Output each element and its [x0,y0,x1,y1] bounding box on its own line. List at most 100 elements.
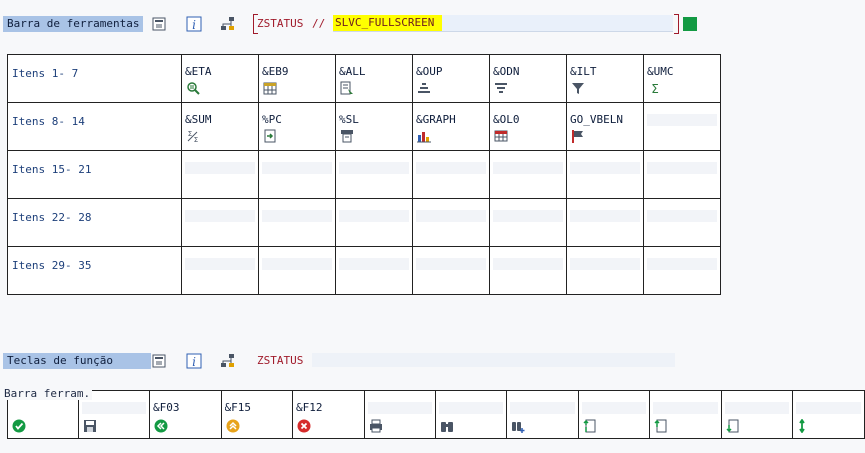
toolbar-cell[interactable] [412,150,490,199]
function-code[interactable]: &ETA [185,66,255,78]
print-icon[interactable] [369,419,383,433]
toolbar-cell[interactable] [412,198,490,247]
function-code-field[interactable] [81,402,147,414]
function-key-cell[interactable] [649,390,722,439]
function-code-field[interactable] [493,162,563,174]
toolbar-cell[interactable]: &ODN [489,54,567,103]
toolbar-cell[interactable] [643,246,721,295]
function-code[interactable]: &SUM [185,114,255,126]
function-code-field[interactable] [570,210,640,222]
toolbar-cell[interactable] [181,198,259,247]
next-page-icon[interactable] [726,419,740,433]
back-icon[interactable] [154,419,168,433]
filter-icon[interactable] [571,81,585,95]
function-code-field[interactable] [493,210,563,222]
function-code[interactable]: &OL0 [493,114,563,126]
function-code[interactable]: &EB9 [262,66,332,78]
toolbar-cell[interactable] [566,246,644,295]
function-code[interactable]: %PC [262,114,332,126]
toolbar-cell[interactable] [566,150,644,199]
toolbar-cell[interactable] [412,246,490,295]
function-code-field[interactable] [438,402,504,414]
toolbar-cell[interactable]: &UMC Σ [643,54,721,103]
program-field[interactable] [312,353,675,367]
select-all-icon[interactable] [340,81,354,95]
cancel-icon[interactable] [297,419,311,433]
toolbar-cell[interactable] [643,102,721,151]
exit-icon[interactable] [226,419,240,433]
toolbar-cell[interactable] [489,198,567,247]
function-code-field[interactable] [416,162,486,174]
function-key-cell[interactable]: &F03 [149,390,222,439]
status-field[interactable]: SLVC_FULLSCREEN [333,15,673,32]
function-code-field[interactable] [185,258,255,270]
sort-ascending-icon[interactable] [417,81,431,95]
function-code[interactable]: &F15 [224,402,290,414]
toolbar-cell[interactable]: &OUP [412,54,490,103]
toolbar-cell[interactable]: &OL0 [489,102,567,151]
function-code-field[interactable] [367,402,432,414]
function-code-field[interactable] [724,402,790,414]
toolbar-cell[interactable]: %SL [335,102,413,151]
toolbar-cell[interactable] [335,150,413,199]
layout-icon[interactable] [494,129,508,143]
function-code[interactable]: &F12 [296,402,361,414]
export-file-icon[interactable] [263,129,277,143]
toolbar-cell[interactable]: &GRAPH [412,102,490,151]
flag-icon[interactable] [571,129,585,143]
info-icon[interactable]: i [186,353,202,369]
function-code[interactable]: &OUP [416,66,486,78]
function-code-field[interactable] [339,210,409,222]
function-code-field[interactable] [647,210,717,222]
toolbar-cell[interactable]: &ALL [335,54,413,103]
function-code-field[interactable] [796,402,861,414]
first-page-icon[interactable] [583,419,597,433]
previous-page-icon[interactable] [654,419,668,433]
toolbar-cell[interactable]: &SUM Σ Σ [181,102,259,151]
toolbar-cell[interactable]: GO_VBELN [566,102,644,151]
function-key-cell[interactable] [577,390,651,439]
toolbar-cell[interactable] [258,198,336,247]
toolbar-cell[interactable]: %PC [258,102,336,151]
subtotal-icon[interactable]: ΣΣ [186,129,200,143]
function-code-field[interactable] [185,210,255,222]
sort-descending-icon[interactable] [494,81,508,95]
function-key-cell[interactable] [434,390,508,439]
toolbar-cell[interactable]: &ETA [181,54,259,103]
function-code-field[interactable] [570,258,640,270]
function-key-cell[interactable] [720,390,794,439]
function-code[interactable]: GO_VBELN [570,114,640,126]
function-code-field[interactable] [262,210,332,222]
toolbar-cell[interactable] [489,150,567,199]
hierarchy-icon[interactable] [220,353,236,369]
function-code-field[interactable] [581,402,647,414]
function-code-field[interactable] [510,402,575,414]
function-code-field[interactable] [493,258,563,270]
function-code-field[interactable] [653,402,718,414]
function-key-cell[interactable] [506,390,579,439]
hierarchy-icon[interactable] [220,16,236,32]
collapse-icon[interactable] [151,16,167,32]
toolbar-cell[interactable]: &ILT [566,54,644,103]
toolbar-cell[interactable] [258,246,336,295]
toolbar-cell[interactable] [335,246,413,295]
function-code-field[interactable] [185,162,255,174]
toolbar-cell[interactable] [181,246,259,295]
toolbar-cell[interactable] [258,150,336,199]
info-icon[interactable]: i [186,16,202,32]
function-code[interactable]: &ODN [493,66,563,78]
find-icon[interactable] [186,81,200,95]
function-code[interactable]: &ALL [339,66,409,78]
function-code-field[interactable] [647,162,717,174]
print-preview-icon[interactable] [340,129,354,143]
function-key-cell[interactable]: &F12 [292,390,365,439]
last-page-icon[interactable] [797,419,811,433]
function-code-field[interactable] [339,162,409,174]
function-code-field[interactable] [262,258,332,270]
function-code[interactable]: &UMC [647,66,717,78]
function-key-cell[interactable] [792,390,865,439]
collapse-icon[interactable] [151,353,167,369]
status-name[interactable]: SLVC_FULLSCREEN [333,15,442,31]
check-icon[interactable] [12,419,26,433]
function-code-field[interactable] [647,258,717,270]
